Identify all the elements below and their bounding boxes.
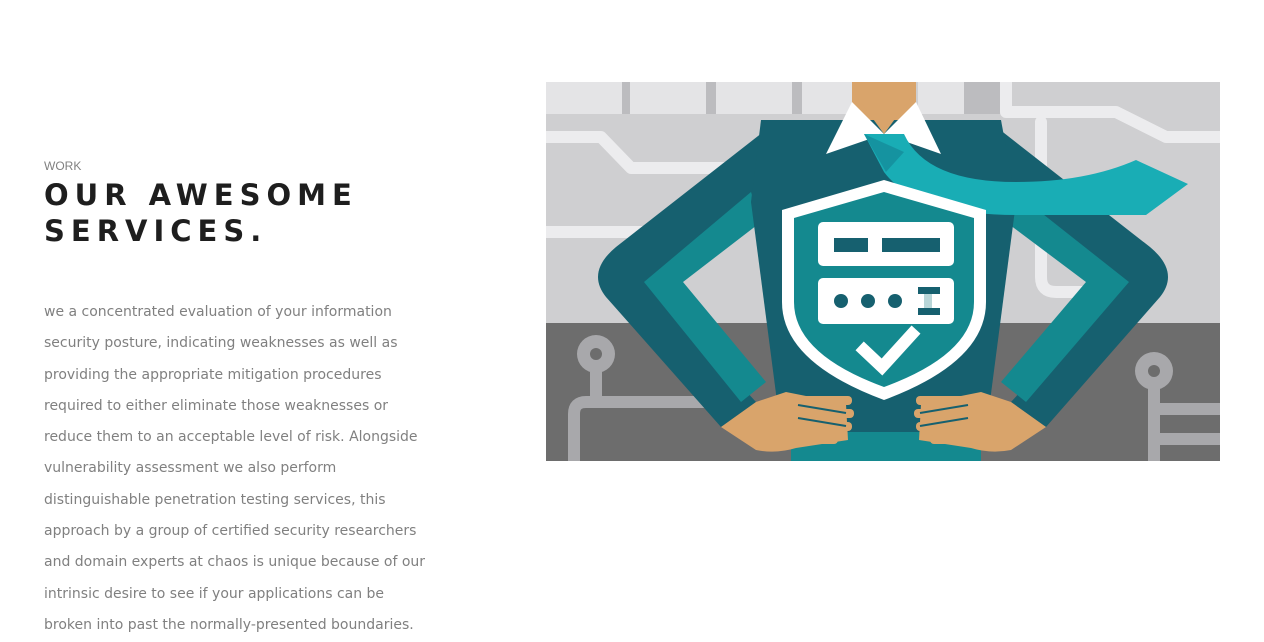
section-description: we a concentrated evaluation of your inf… (44, 304, 426, 633)
section-title-line-1: OUR AWESOME (44, 178, 358, 212)
security-hero-illustration (546, 82, 1220, 461)
services-text-column: WORK OUR AWESOME SERVICES. we a concentr… (44, 158, 434, 641)
section-title: OUR AWESOME SERVICES. (44, 177, 434, 249)
section-eyebrow: WORK (44, 159, 82, 173)
section-title-line-2: SERVICES. (44, 214, 268, 248)
